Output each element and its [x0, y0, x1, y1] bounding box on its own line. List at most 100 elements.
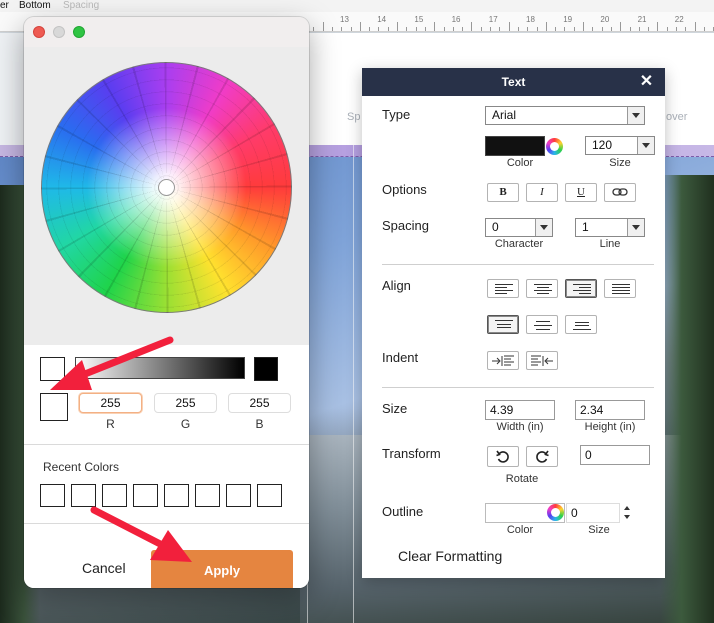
ruler-tick	[471, 22, 473, 31]
window-minimize-button[interactable]	[53, 26, 65, 38]
ruler-tick	[638, 27, 640, 31]
ruler-tick	[387, 27, 389, 31]
ruler-number: 18	[526, 15, 535, 24]
outline-label: Outline	[382, 504, 424, 519]
valign-bottom-icon	[573, 320, 591, 330]
outline-size-input[interactable]: 0	[566, 503, 620, 523]
align-right-button[interactable]	[565, 279, 597, 298]
font-family-value: Arial	[492, 108, 517, 122]
chevron-down-icon	[535, 219, 552, 236]
color-wheel-center[interactable]	[158, 179, 175, 196]
ruler-number: 15	[414, 15, 424, 24]
green-input[interactable]: 255	[154, 393, 217, 413]
chevron-down-icon	[637, 137, 654, 154]
rotate-input[interactable]: 0	[580, 445, 650, 465]
recent-color-slot[interactable]	[164, 484, 189, 507]
ruler-tick	[369, 27, 371, 31]
blue-input[interactable]: 255	[228, 393, 291, 413]
window-close-button[interactable]	[33, 26, 45, 38]
font-size-select[interactable]: 120	[585, 136, 655, 155]
font-family-select[interactable]: Arial	[485, 106, 645, 125]
color-wheel-area	[24, 47, 309, 345]
ruler-tick	[508, 22, 510, 31]
recent-color-slot[interactable]	[226, 484, 251, 507]
indent-decrease-button[interactable]	[526, 351, 558, 370]
canvas-ghost-text-left: Sp	[347, 111, 361, 123]
spacing-label: Spacing	[382, 218, 429, 233]
ruler-tick	[694, 22, 696, 31]
width-input[interactable]: 4.39	[485, 400, 555, 420]
recent-color-slot[interactable]	[71, 484, 96, 507]
ruler-tick	[378, 27, 380, 31]
outline-size-stepper[interactable]	[623, 503, 633, 523]
recent-color-slot[interactable]	[133, 484, 158, 507]
panel-header: Text ✕	[362, 68, 665, 96]
menu-item-bottom[interactable]: Bottom	[19, 0, 51, 11]
chevron-down-icon	[627, 107, 644, 124]
bold-button[interactable]: B	[487, 183, 519, 202]
character-spacing-select[interactable]: 0	[485, 218, 553, 237]
ruler-tick	[545, 22, 547, 31]
ruler-number: 14	[377, 15, 387, 24]
align-center-icon	[534, 284, 552, 294]
type-label: Type	[382, 107, 411, 122]
color-picker-window: 255 R 255 G 255 B Recent Colors Cancel A…	[24, 17, 309, 588]
divider	[382, 387, 654, 388]
ruler-tick	[527, 27, 529, 31]
ruler-tick	[341, 27, 343, 31]
ruler-tick	[434, 22, 436, 31]
rotate-right-button[interactable]	[526, 446, 558, 467]
indent-increase-button[interactable]	[487, 351, 519, 370]
white-swatch[interactable]	[40, 357, 65, 381]
recent-color-slot[interactable]	[257, 484, 282, 507]
align-center-button[interactable]	[526, 279, 558, 298]
ruler-tick	[629, 27, 631, 31]
color-wheel-icon[interactable]	[547, 504, 564, 521]
recent-color-slot[interactable]	[195, 484, 220, 507]
ruler-number: 22	[674, 15, 684, 24]
ruler-number: 17	[488, 15, 498, 24]
apply-button[interactable]: Apply	[151, 550, 293, 588]
ruler-tick	[685, 27, 687, 31]
divider	[382, 264, 654, 265]
close-icon[interactable]: ✕	[638, 73, 655, 90]
clear-formatting-button[interactable]: Clear Formatting	[398, 548, 502, 564]
height-input[interactable]: 2.34	[575, 400, 645, 420]
valign-top-button[interactable]	[487, 315, 519, 334]
ruler-tick	[610, 27, 612, 31]
color-wheel[interactable]	[41, 62, 292, 313]
color-caption: Color	[506, 157, 534, 169]
menu-item-spacing[interactable]: Spacing	[63, 0, 99, 11]
italic-button[interactable]: I	[526, 183, 558, 202]
ruler-tick	[313, 27, 315, 31]
underline-button[interactable]: U	[565, 183, 597, 202]
red-input[interactable]: 255	[79, 393, 142, 413]
red-label: R	[106, 417, 115, 431]
outline-color-caption: Color	[506, 524, 534, 536]
ruler-tick	[648, 27, 650, 31]
recent-color-slot[interactable]	[40, 484, 65, 507]
recent-color-slot[interactable]	[102, 484, 127, 507]
text-color-swatch[interactable]	[485, 136, 545, 156]
line-spacing-select[interactable]: 1	[575, 218, 645, 237]
window-zoom-button[interactable]	[73, 26, 85, 38]
valign-top-icon	[495, 320, 513, 330]
divider	[24, 444, 309, 445]
justify-button[interactable]	[604, 279, 636, 298]
link-button[interactable]	[604, 183, 636, 202]
rotate-left-button[interactable]	[487, 446, 519, 467]
italic-icon: I	[540, 186, 544, 198]
ruler-tick	[406, 27, 408, 31]
color-wheel-icon[interactable]	[546, 138, 563, 155]
menu-item-partial[interactable]: er	[0, 0, 9, 11]
cancel-button[interactable]: Cancel	[82, 560, 126, 576]
align-left-button[interactable]	[487, 279, 519, 298]
valign-middle-button[interactable]	[526, 315, 558, 334]
black-swatch[interactable]	[254, 357, 278, 381]
valign-bottom-button[interactable]	[565, 315, 597, 334]
ruler-tick	[331, 27, 333, 31]
ruler-tick	[490, 27, 491, 31]
brightness-slider[interactable]	[75, 357, 245, 379]
ruler-tick	[443, 27, 445, 31]
align-right-icon	[573, 284, 591, 294]
